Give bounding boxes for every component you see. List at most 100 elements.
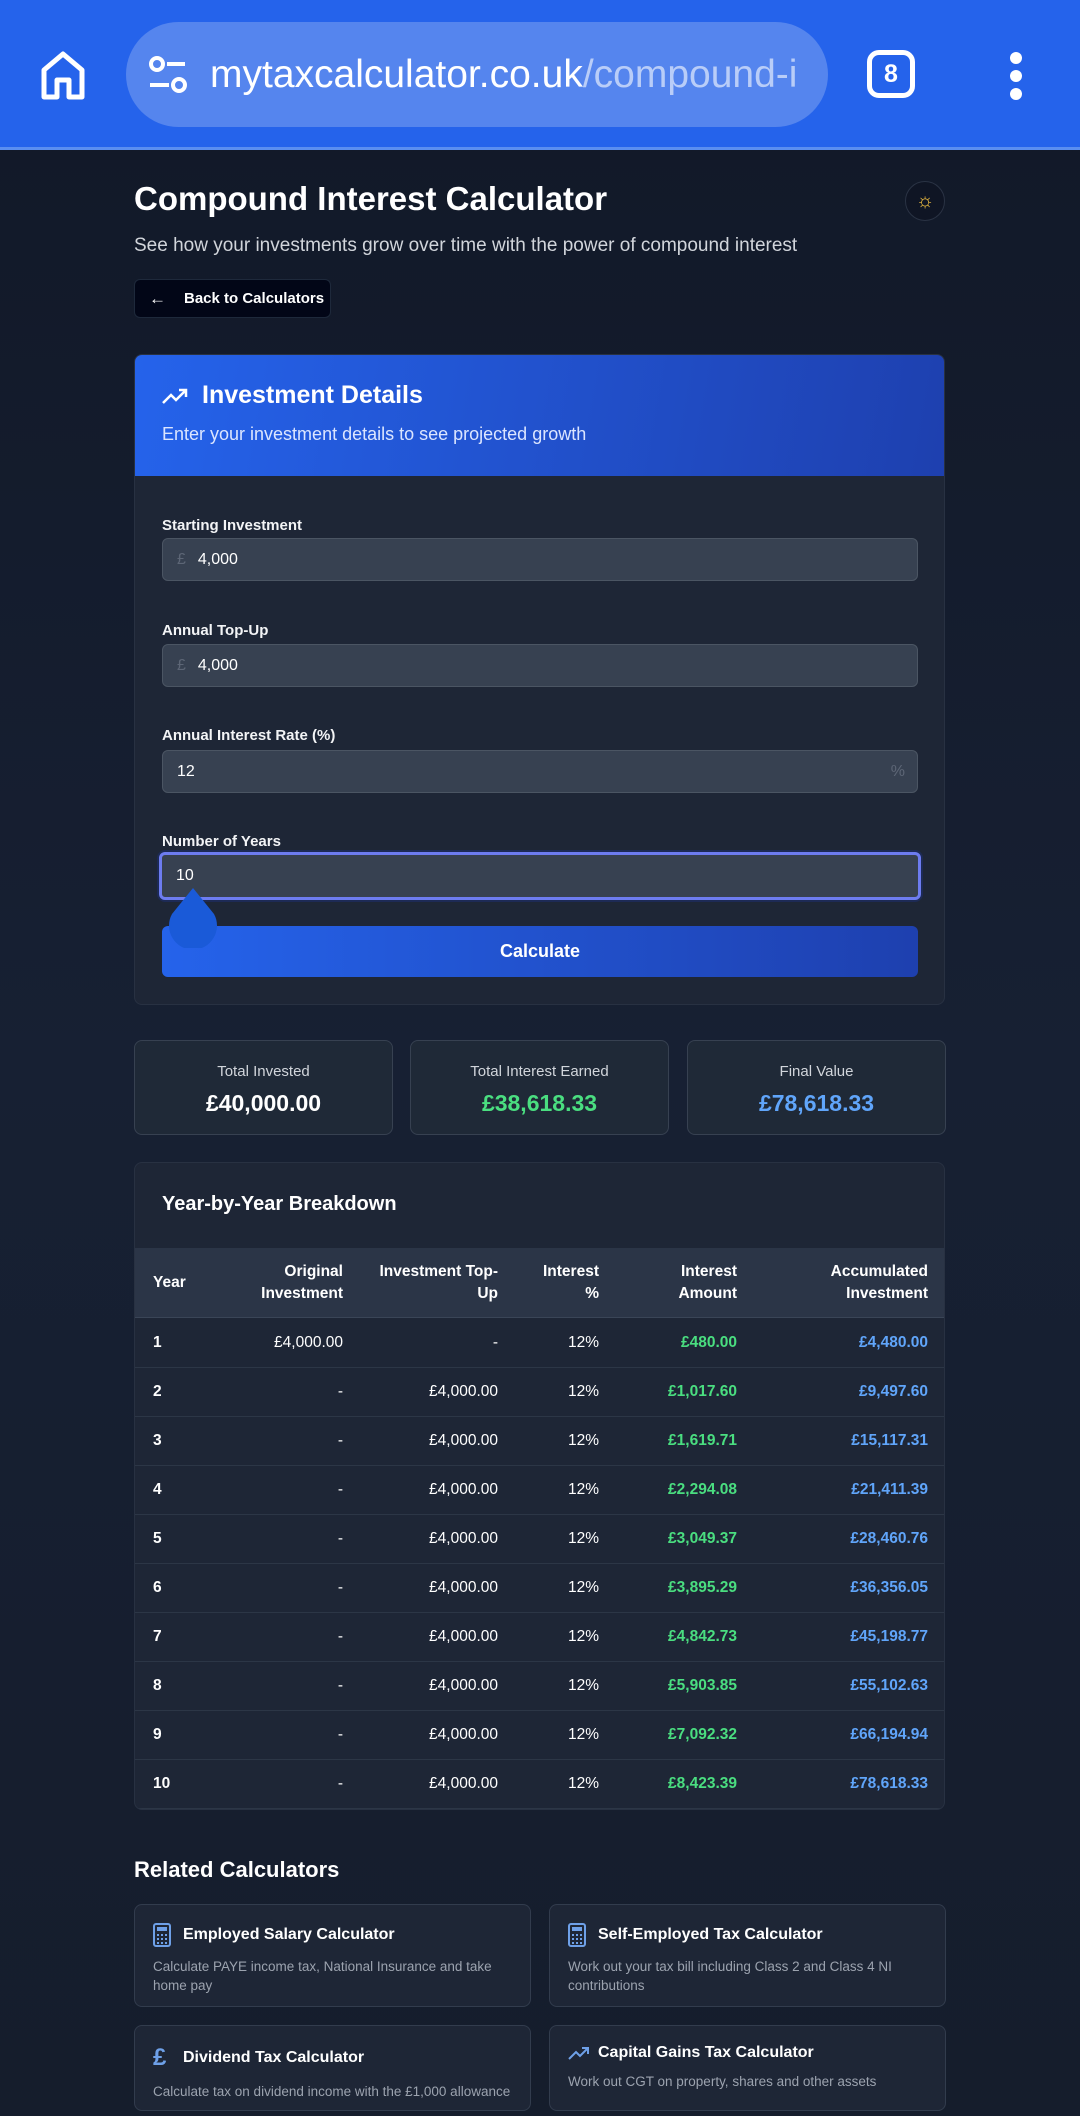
text-cursor-handle-icon[interactable] <box>166 888 220 948</box>
stat-label: Total Invested <box>217 1063 310 1080</box>
table-row: 1 £4,000.00 - 12% £480.00 £4,480.00 <box>135 1319 944 1368</box>
header-interest-pct: Interest % <box>543 1262 599 1302</box>
cell-topup: £4,000.00 <box>429 1579 498 1596</box>
interest-rate-input[interactable]: 12% <box>162 750 918 793</box>
cell-interest-pct: 12% <box>567 1481 599 1498</box>
table-row: 4 - £4,000.00 12% £2,294.08 £21,411.39 <box>135 1466 944 1515</box>
cell-interest-pct: 12% <box>567 1432 599 1449</box>
cell-year: 4 <box>153 1481 162 1498</box>
url-path: /compound-i <box>582 52 798 96</box>
more-menu-icon[interactable] <box>1010 52 1022 106</box>
cell-year: 1 <box>153 1334 162 1351</box>
back-label: Back to Calculators <box>184 290 325 307</box>
cell-interest-pct: 12% <box>567 1530 599 1547</box>
interest-rate-label: Annual Interest Rate (%) <box>162 727 336 744</box>
cell-interest-amount: £1,017.60 <box>668 1383 737 1400</box>
cell-interest-amount: £3,049.37 <box>668 1530 737 1547</box>
cell-original: £4,000.00 <box>274 1334 343 1351</box>
table-row: 7 - £4,000.00 12% £4,842.73 £45,198.77 <box>135 1613 944 1662</box>
back-to-calculators-button[interactable]: ← Back to Calculators <box>134 279 331 318</box>
card-description: Enter your investment details to see pro… <box>162 424 587 444</box>
cell-interest-amount: £8,423.39 <box>668 1775 737 1792</box>
page-subtitle: See how your investments grow over time … <box>134 235 798 256</box>
related-title-text: Dividend Tax Calculator <box>183 2049 365 2066</box>
number-of-years-input[interactable]: 10 <box>159 852 921 900</box>
cell-interest-amount: £3,895.29 <box>668 1579 737 1596</box>
header-topup: Investment Top-Up <box>379 1262 498 1302</box>
stat-label: Final Value <box>779 1063 854 1080</box>
cell-accumulated: £9,497.60 <box>859 1383 928 1400</box>
cell-topup: £4,000.00 <box>429 1677 498 1694</box>
input-value: 4,000 <box>197 550 238 568</box>
table-row: 3 - £4,000.00 12% £1,619.71 £15,117.31 <box>135 1417 944 1466</box>
table-title: Year-by-Year Breakdown <box>162 1193 397 1215</box>
calculator-icon <box>568 1923 590 1947</box>
cell-original: - <box>337 1726 343 1743</box>
cell-accumulated: £21,411.39 <box>851 1481 928 1498</box>
cell-topup: £4,000.00 <box>429 1775 498 1792</box>
card-title: Investment Details <box>202 381 423 409</box>
cell-interest-amount: £5,903.85 <box>668 1677 737 1694</box>
cell-year: 10 <box>153 1775 171 1792</box>
cell-topup: £4,000.00 <box>429 1530 498 1547</box>
address-bar[interactable]: mytaxcalculator.co.uk/compound-i <box>126 22 828 127</box>
cell-year: 5 <box>153 1530 162 1547</box>
cell-original: - <box>337 1530 343 1547</box>
table-header: Year Original Investment Investment Top-… <box>135 1248 944 1318</box>
stat-label: Total Interest Earned <box>470 1063 609 1080</box>
percent-suffix: % <box>890 762 905 780</box>
tab-switcher-button[interactable]: 8 <box>867 50 915 98</box>
cell-interest-pct: 12% <box>567 1334 599 1351</box>
calculate-button[interactable]: Calculate <box>162 926 918 977</box>
related-title-text: Capital Gains Tax Calculator <box>598 2044 814 2061</box>
site-settings-icon[interactable] <box>148 55 188 95</box>
cell-original: - <box>337 1481 343 1498</box>
related-calculator-card[interactable]: Self-Employed Tax Calculator Work out you… <box>549 1904 946 2007</box>
currency-prefix: £ <box>177 656 186 674</box>
cell-accumulated: £15,117.31 <box>851 1432 928 1449</box>
final-value-card: Final Value £78,618.33 <box>687 1040 946 1135</box>
trending-up-icon <box>162 388 188 404</box>
input-value: 10 <box>176 867 194 884</box>
total-interest-card: Total Interest Earned £38,618.33 <box>410 1040 669 1135</box>
related-calculator-card[interactable]: £ Dividend Tax Calculator Calculate tax on… <box>134 2025 531 2111</box>
cell-interest-pct: 12% <box>567 1579 599 1596</box>
cell-interest-amount: £7,092.32 <box>668 1726 737 1743</box>
cell-original: - <box>337 1775 343 1792</box>
arrow-left-icon: ← <box>149 288 166 308</box>
related-title-text: Self-Employed Tax Calculator <box>598 1926 823 1943</box>
header-year: Year <box>153 1273 186 1291</box>
cell-interest-amount: £1,619.71 <box>668 1432 737 1449</box>
investment-details-card: Investment Details Enter your investment… <box>134 354 945 1005</box>
related-calculator-card[interactable]: Capital Gains Tax Calculator Work out CGT… <box>549 2025 946 2111</box>
cell-interest-pct: 12% <box>567 1726 599 1743</box>
starting-investment-input[interactable]: £4,000 <box>162 538 918 581</box>
cell-accumulated: £55,102.63 <box>850 1677 928 1694</box>
cell-original: - <box>337 1677 343 1694</box>
related-calculator-card[interactable]: Employed Salary Calculator Calculate PAYE… <box>134 1904 531 2007</box>
stat-value: £38,618.33 <box>481 1090 598 1116</box>
cell-topup: £4,000.00 <box>429 1481 498 1498</box>
table-row: 10 - £4,000.00 12% £8,423.39 £78,618.33 <box>135 1760 944 1809</box>
table-row: 2 - £4,000.00 12% £1,017.60 £9,497.60 <box>135 1368 944 1417</box>
cell-topup: £4,000.00 <box>429 1726 498 1743</box>
cell-original: - <box>337 1432 343 1449</box>
related-desc: Work out CGT on property, shares and oth… <box>568 2074 877 2089</box>
annual-topup-label: Annual Top-Up <box>162 622 269 639</box>
home-icon[interactable] <box>40 50 86 100</box>
cell-year: 7 <box>153 1628 162 1645</box>
starting-investment-label: Starting Investment <box>162 517 303 534</box>
cell-original: - <box>337 1383 343 1400</box>
annual-topup-input[interactable]: £4,000 <box>162 644 918 687</box>
theme-toggle-sun-icon[interactable]: ☼ <box>905 181 945 221</box>
url-domain: mytaxcalculator.co.uk <box>210 52 583 96</box>
number-of-years-label: Number of Years <box>162 833 281 850</box>
currency-prefix: £ <box>177 550 186 568</box>
input-value: 4,000 <box>197 656 238 674</box>
table-row: 6 - £4,000.00 12% £3,895.29 £36,356.05 <box>135 1564 944 1613</box>
page-title: Compound Interest Calculator <box>134 180 608 217</box>
cell-original: - <box>337 1628 343 1645</box>
stat-value: £78,618.33 <box>758 1090 875 1116</box>
cell-interest-pct: 12% <box>567 1383 599 1400</box>
header-accumulated: Accumulated Investment <box>830 1262 928 1302</box>
